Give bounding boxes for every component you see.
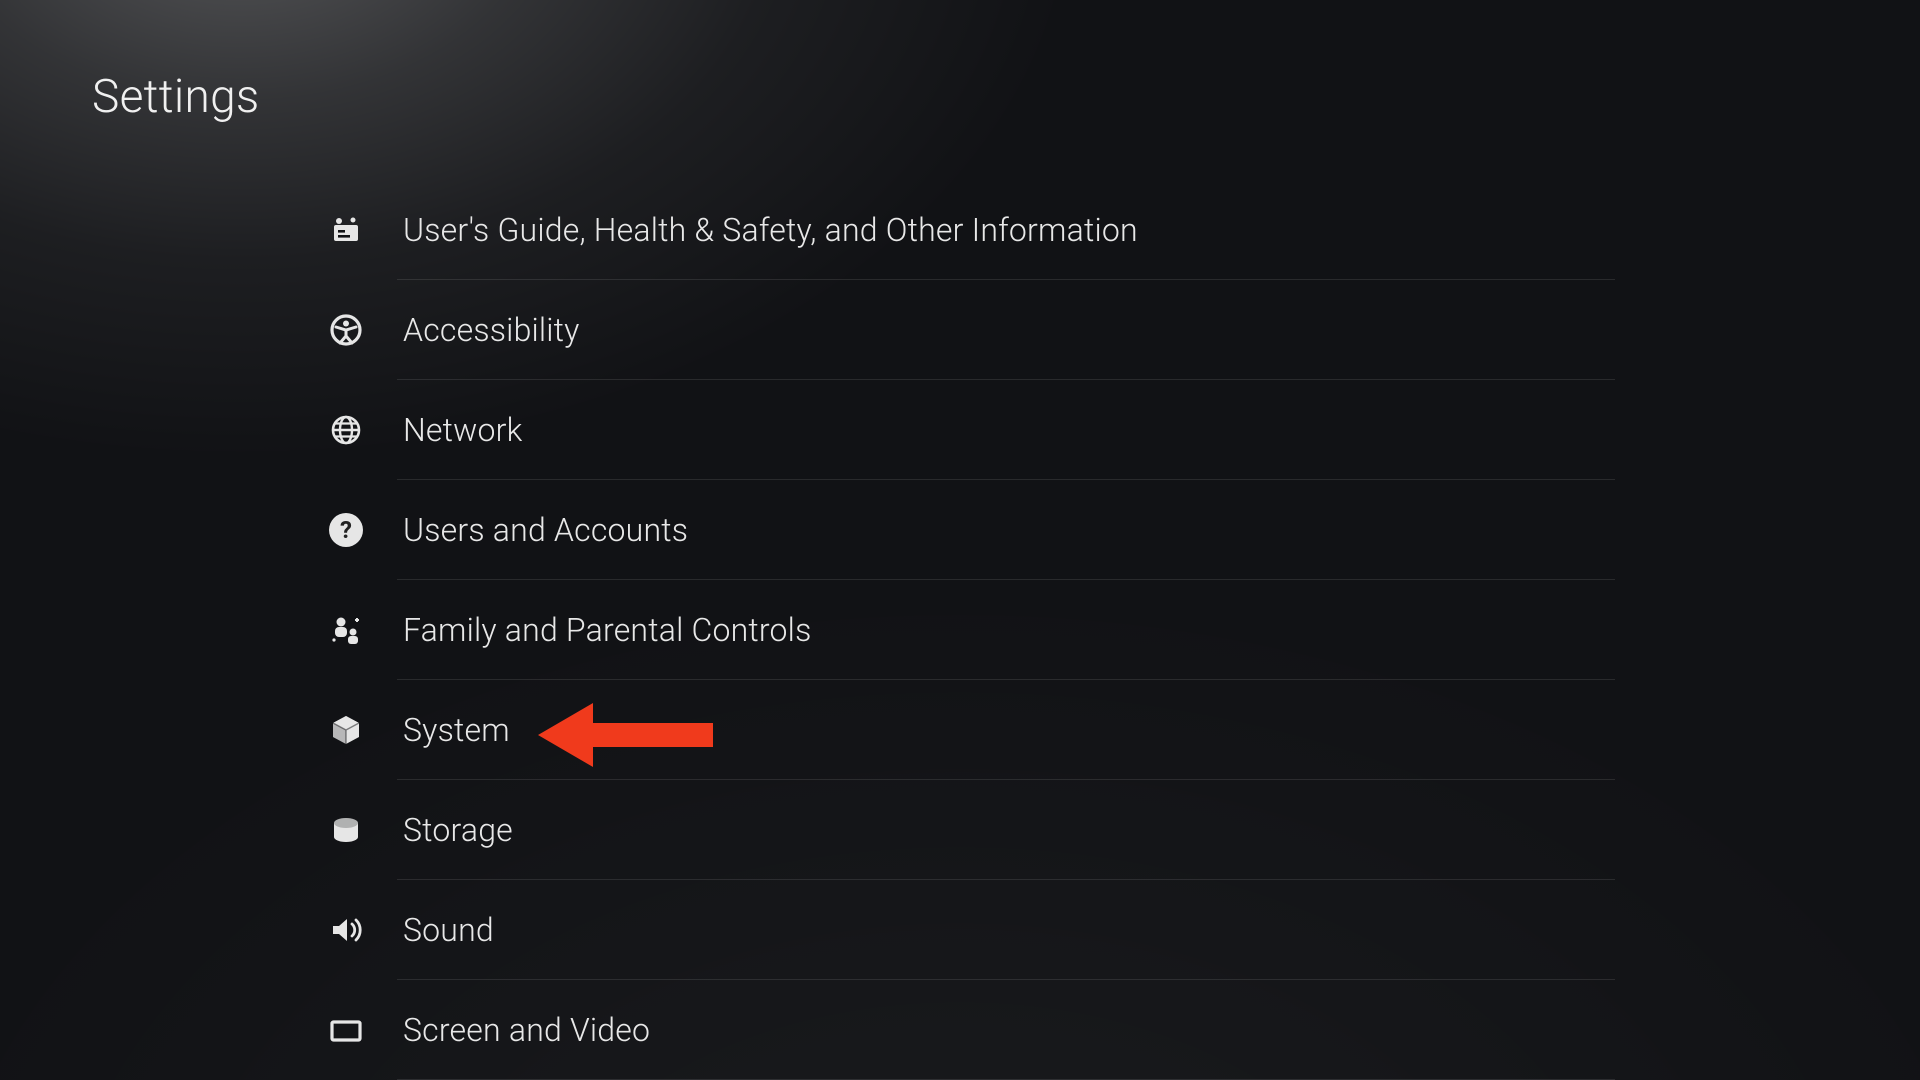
menu-item-user-guide[interactable]: User's Guide, Health & Safety, and Other… (325, 180, 1615, 279)
menu-item-screen-video[interactable]: Screen and Video (325, 980, 1615, 1079)
menu-item-screen-video-label: Screen and Video (403, 1011, 650, 1049)
settings-menu: User's Guide, Health & Safety, and Other… (325, 180, 1615, 1080)
menu-item-storage-label: Storage (403, 811, 513, 849)
menu-item-storage[interactable]: Storage (325, 780, 1615, 879)
family-icon (325, 609, 367, 651)
menu-item-family-label: Family and Parental Controls (403, 611, 812, 649)
menu-item-accessibility-label: Accessibility (403, 311, 580, 349)
guide-icon (325, 209, 367, 251)
menu-item-network-label: Network (403, 411, 523, 449)
users-icon: ? (325, 509, 367, 551)
sound-icon (325, 909, 367, 951)
system-icon (325, 709, 367, 751)
menu-item-accessibility[interactable]: Accessibility (325, 280, 1615, 379)
menu-item-sound[interactable]: Sound (325, 880, 1615, 979)
menu-item-user-guide-label: User's Guide, Health & Safety, and Other… (403, 211, 1138, 249)
menu-item-system-label: System (403, 711, 510, 749)
menu-item-family[interactable]: Family and Parental Controls (325, 580, 1615, 679)
page-title: Settings (92, 70, 260, 124)
network-icon (325, 409, 367, 451)
menu-item-sound-label: Sound (403, 911, 494, 949)
accessibility-icon (325, 309, 367, 351)
menu-item-network[interactable]: Network (325, 380, 1615, 479)
menu-item-users-accounts[interactable]: ? Users and Accounts (325, 480, 1615, 579)
storage-icon (325, 809, 367, 851)
menu-item-users-accounts-label: Users and Accounts (403, 511, 688, 549)
screen-icon (325, 1009, 367, 1051)
menu-item-system[interactable]: System (325, 680, 1615, 779)
